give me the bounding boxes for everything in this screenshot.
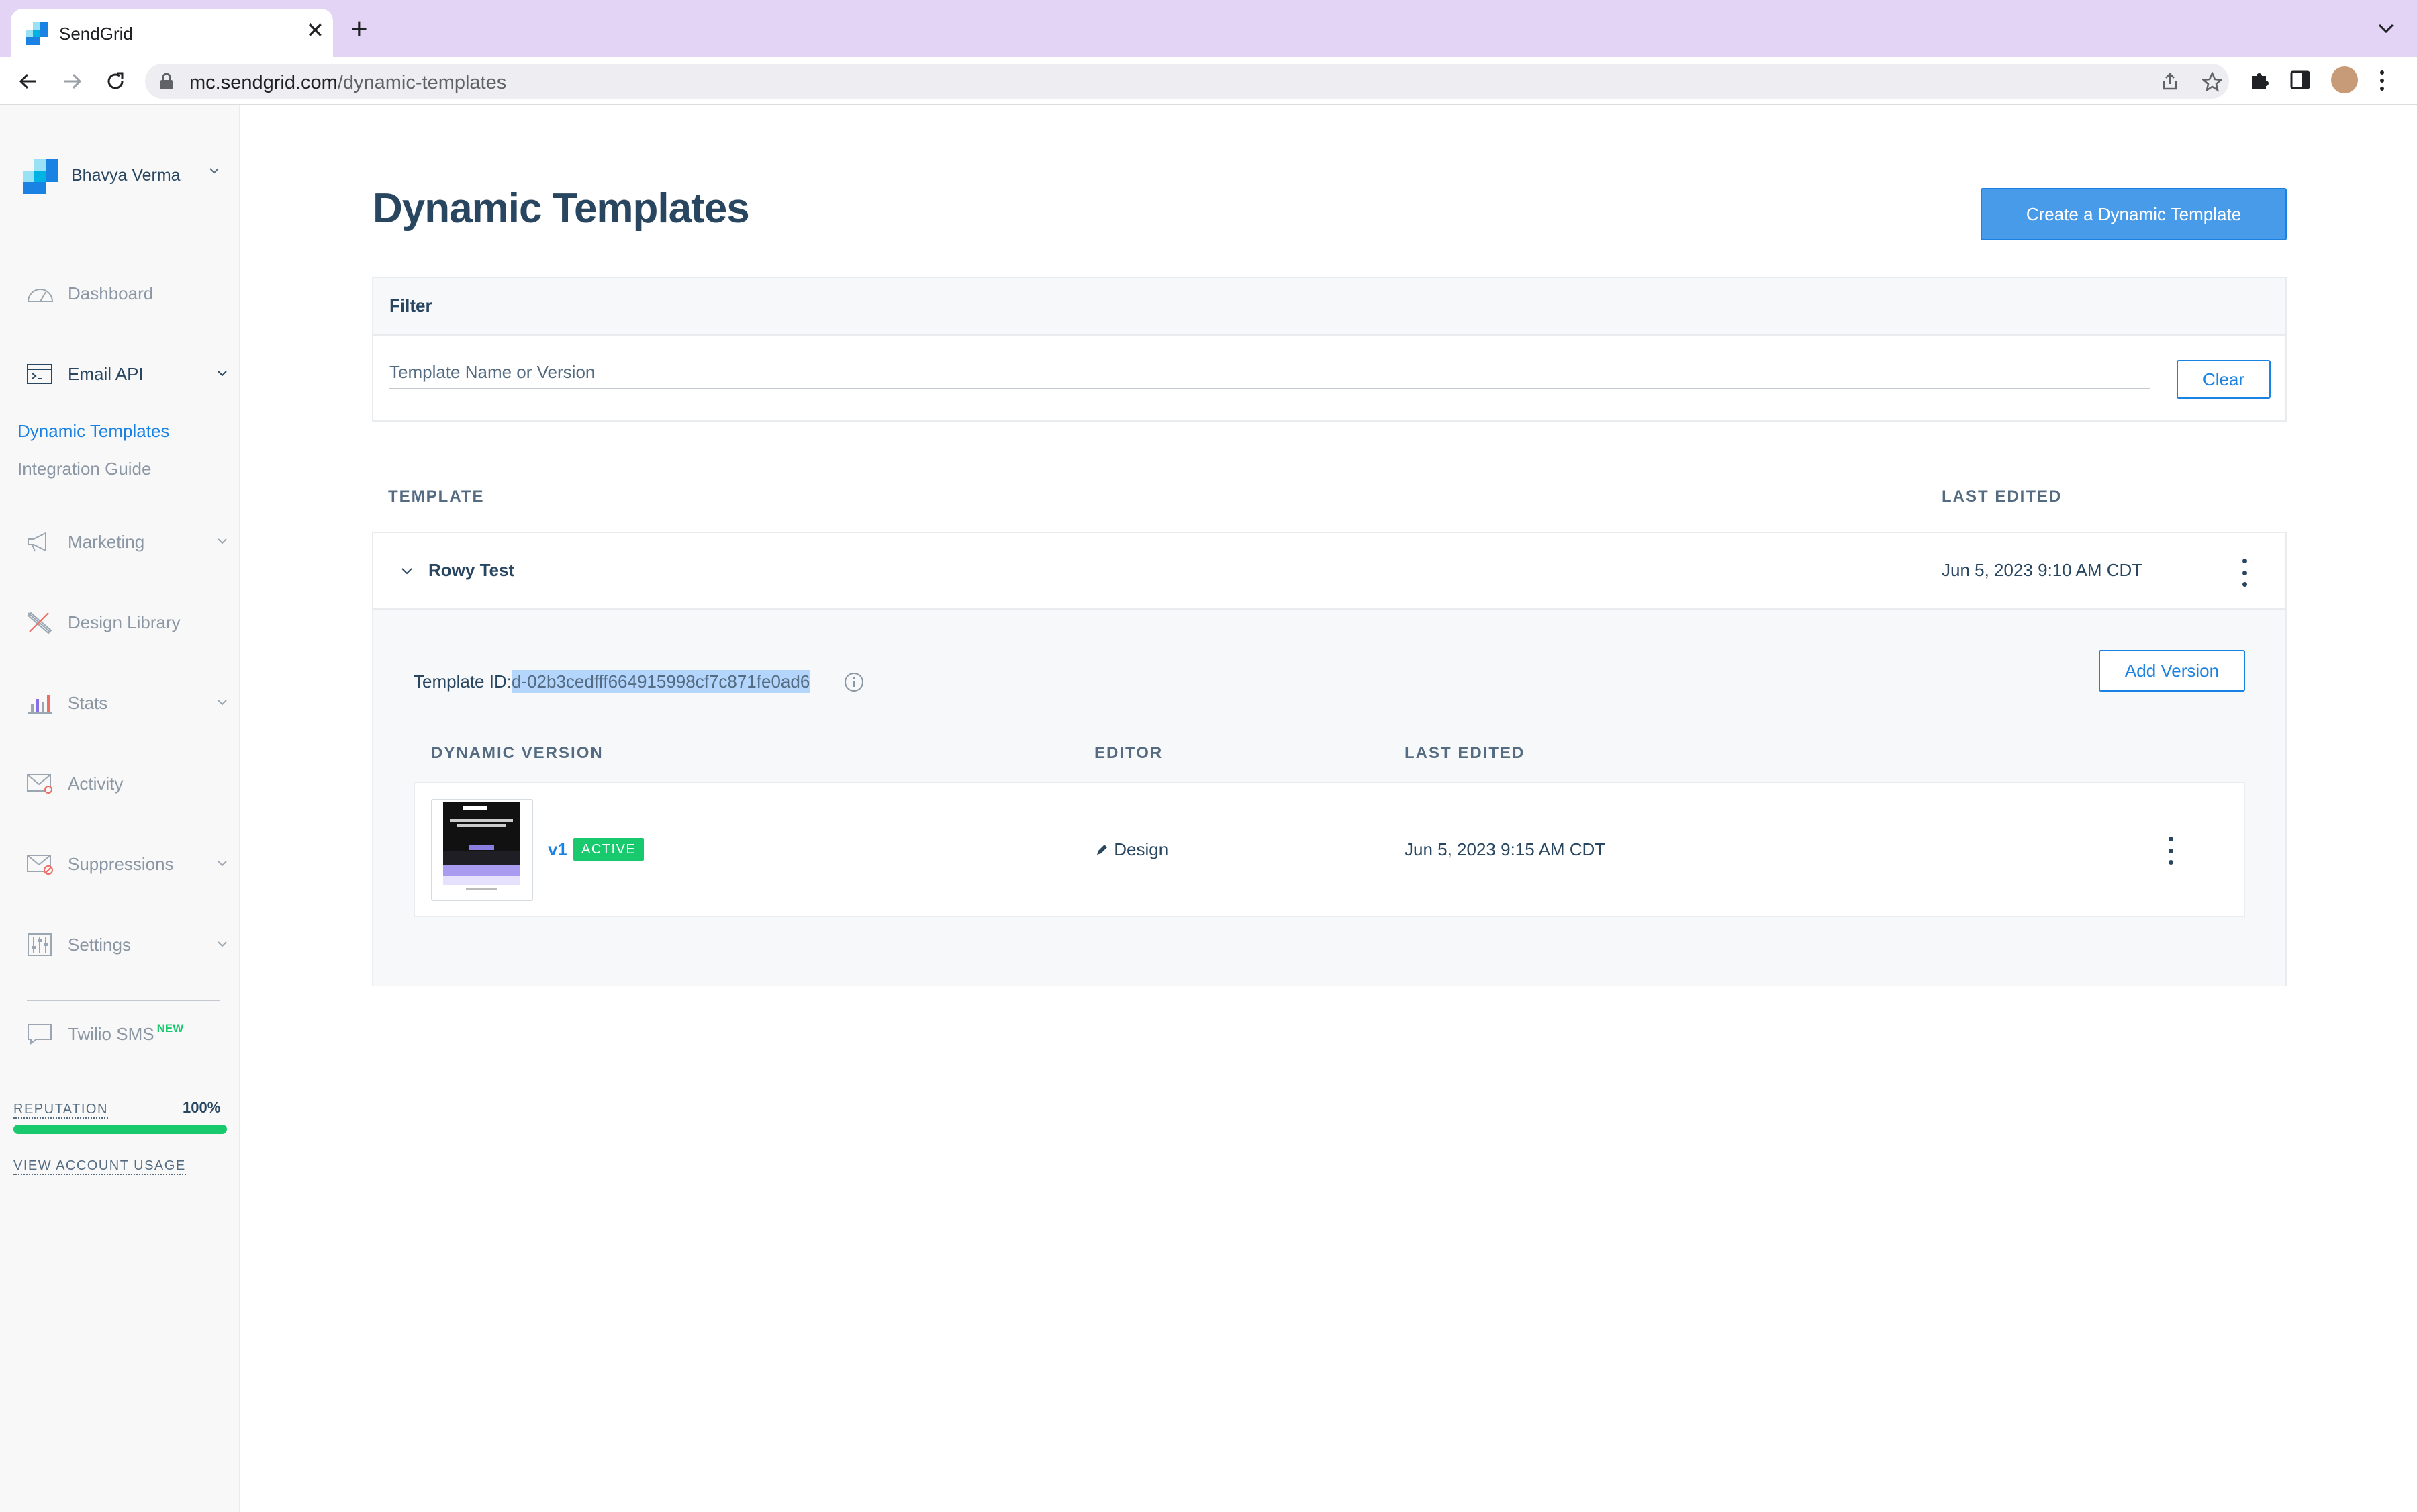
chevron-down-icon [218, 371, 227, 377]
sidebar-item-design-library[interactable]: Design Library [0, 602, 239, 643]
template-id-value[interactable]: d-02b3cedfff664915998cf7c871fe0ad6 [511, 670, 810, 693]
profile-avatar[interactable] [2331, 66, 2358, 93]
reputation-bar [13, 1125, 227, 1134]
browser-tab-bar: SendGrid ✕ + [0, 0, 2417, 57]
sidebar: Bhavya Verma Dashboard Email API Dynamic… [0, 105, 240, 1512]
sidebar-item-label: Suppressions [68, 854, 174, 874]
back-arrow-icon[interactable] [13, 66, 43, 96]
sidebar-subitem-integration-guide[interactable]: Integration Guide [17, 459, 151, 479]
chevron-down-icon[interactable] [400, 564, 414, 577]
sidebar-item-label: Activity [68, 773, 124, 794]
sidebar-item-marketing[interactable]: Marketing [0, 522, 239, 562]
chevron-down-icon [218, 700, 227, 706]
tab-title: SendGrid [59, 23, 133, 44]
version-last-edited: Jun 5, 2023 9:15 AM CDT [1405, 839, 1606, 859]
reputation-value: 100% [183, 1099, 221, 1116]
template-id: Template ID:d-02b3cedfff664915998cf7c871… [414, 670, 810, 693]
brush-ruler-icon [27, 612, 52, 634]
sidebar-subitem-dynamic-templates[interactable]: Dynamic Templates [17, 421, 169, 442]
page-title: Dynamic Templates [373, 185, 750, 232]
dashboard-icon [27, 289, 54, 302]
template-last-edited: Jun 5, 2023 9:10 AM CDT [1942, 560, 2143, 580]
template-filter-input[interactable] [389, 356, 2150, 389]
version-row[interactable]: v1 ACTIVE Design Jun 5, 2023 9:15 AM CDT [414, 782, 2245, 917]
chevron-down-icon [218, 941, 227, 947]
tab-search-chevron-icon[interactable] [2377, 20, 2396, 36]
sidebar-item-label: Design Library [68, 612, 181, 632]
more-vertical-icon[interactable] [2378, 69, 2386, 92]
sidebar-item-label: Email API [68, 364, 144, 384]
envelope-search-icon [27, 774, 52, 794]
sidebar-item-dashboard[interactable]: Dashboard [0, 273, 239, 314]
clear-button[interactable]: Clear [2177, 360, 2271, 399]
template-name: Rowy Test [428, 560, 515, 580]
template-row[interactable]: Rowy Test Jun 5, 2023 9:10 AM CDT [373, 533, 2285, 610]
version-editor: Design [1094, 839, 1168, 860]
sidebar-item-label: Stats [68, 693, 108, 713]
share-icon[interactable] [2161, 72, 2179, 91]
extensions-puzzle-icon[interactable] [2248, 69, 2271, 92]
template-card: Rowy Test Jun 5, 2023 9:10 AM CDT Templa… [372, 532, 2287, 986]
template-more-icon[interactable] [2234, 556, 2255, 589]
reload-icon[interactable] [101, 66, 130, 96]
chevron-down-icon [218, 861, 227, 867]
code-window-icon [27, 364, 52, 384]
chevron-down-icon [209, 168, 219, 174]
sidebar-item-label: Marketing [68, 532, 145, 552]
sidebar-item-email-api[interactable]: Email API [0, 354, 239, 394]
filter-title: Filter [389, 295, 432, 316]
sidebar-item-suppressions[interactable]: Suppressions [0, 844, 239, 884]
lock-icon [160, 73, 173, 89]
browser-tab[interactable]: SendGrid ✕ [11, 9, 333, 57]
close-tab-icon[interactable]: ✕ [306, 19, 324, 41]
chat-bubble-icon [28, 1024, 52, 1045]
url-text: mc.sendgrid.com/dynamic-templates [189, 72, 507, 93]
sidebar-item-twilio-sms[interactable]: Twilio SMS NEW [0, 1014, 239, 1054]
sidebar-item-label: Settings [68, 935, 131, 955]
filter-panel: Filter Clear [372, 277, 2287, 422]
new-badge: NEW [156, 1022, 184, 1035]
sidebar-item-settings[interactable]: Settings [0, 925, 239, 965]
reputation-bar-fill [13, 1125, 227, 1134]
forward-arrow-icon[interactable] [58, 66, 87, 96]
template-thumbnail[interactable] [431, 799, 533, 901]
template-details: Template ID:d-02b3cedfff664915998cf7c871… [373, 610, 2285, 986]
pencil-icon [1097, 845, 1107, 855]
side-panel-icon[interactable] [2289, 69, 2311, 91]
column-header-dynamic-version: DYNAMIC VERSION [431, 744, 604, 762]
column-header-editor: EDITOR [1094, 744, 1164, 762]
sidebar-item-label: Dashboard [68, 283, 154, 303]
sidebar-item-activity[interactable]: Activity [0, 763, 239, 804]
add-version-button[interactable]: Add Version [2099, 650, 2245, 692]
sliders-icon [28, 933, 52, 956]
sendgrid-favicon-icon [26, 22, 48, 45]
column-header-version-last-edited: LAST EDITED [1405, 744, 1525, 762]
info-icon[interactable] [843, 671, 865, 693]
megaphone-icon [28, 532, 46, 552]
filter-header: Filter [373, 278, 2285, 336]
column-header-template: TEMPLATE [388, 487, 485, 506]
new-tab-icon[interactable]: + [350, 15, 368, 44]
account-name: Bhavya Verma [71, 166, 181, 185]
version-more-icon[interactable] [2161, 834, 2181, 867]
reputation-label: REPUTATION [13, 1102, 108, 1119]
bar-chart-icon [28, 695, 52, 714]
sidebar-divider [27, 1000, 220, 1001]
star-icon[interactable] [2202, 72, 2222, 92]
sidebar-item-label: Twilio SMS NEW [68, 1022, 184, 1044]
create-dynamic-template-button[interactable]: Create a Dynamic Template [1981, 188, 2287, 240]
envelope-block-icon [27, 855, 53, 875]
browser-toolbar: mc.sendgrid.com/dynamic-templates [0, 57, 2417, 105]
sendgrid-logo-icon [23, 159, 58, 194]
version-name[interactable]: v1 [548, 839, 567, 860]
address-bar[interactable]: mc.sendgrid.com/dynamic-templates [145, 64, 2229, 99]
view-account-usage-link[interactable]: VIEW ACCOUNT USAGE [13, 1158, 186, 1175]
chevron-down-icon [218, 538, 227, 545]
column-header-last-edited: LAST EDITED [1942, 487, 2063, 506]
account-switcher[interactable]: Bhavya Verma [23, 159, 231, 194]
sidebar-item-stats[interactable]: Stats [0, 683, 239, 723]
status-badge: ACTIVE [573, 838, 645, 861]
email-preview-image [443, 802, 520, 890]
